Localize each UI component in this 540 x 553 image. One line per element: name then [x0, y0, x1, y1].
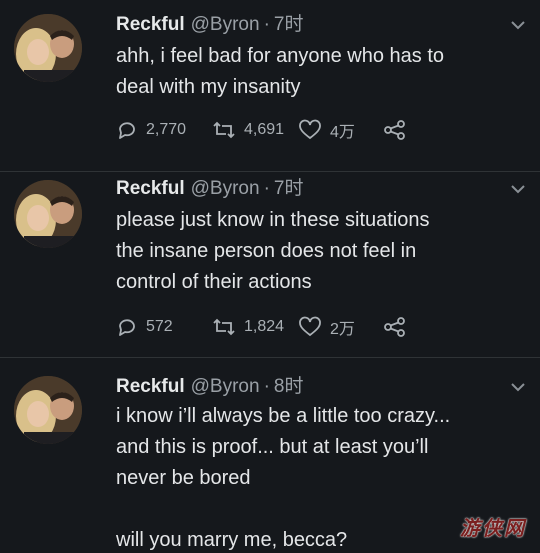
- like-button[interactable]: 4万: [298, 118, 382, 142]
- retweet-icon: [213, 121, 235, 139]
- chevron-down-icon[interactable]: [510, 381, 526, 393]
- share-button[interactable]: [382, 316, 416, 338]
- chevron-down-icon[interactable]: [510, 19, 526, 31]
- watermark-logo: 游侠网: [460, 518, 526, 540]
- reply-button[interactable]: 572: [116, 316, 212, 338]
- user-handle[interactable]: @Byron: [191, 14, 260, 35]
- user-handle[interactable]: @Byron: [191, 376, 260, 397]
- tweet-header: Reckful @Byron · 7时: [116, 12, 303, 38]
- tweet-line: ahh, i feel bad for anyone who has to: [116, 45, 445, 67]
- separator: ·: [263, 178, 270, 199]
- share-button[interactable]: [382, 119, 416, 141]
- like-count: 4万: [330, 124, 355, 141]
- retweet-count: 1,824: [244, 318, 285, 335]
- avatar[interactable]: [14, 376, 82, 444]
- retweet-button[interactable]: 4,691: [212, 119, 298, 141]
- avatar[interactable]: [14, 14, 82, 82]
- tweet-actions: 572 1,824 2万: [116, 315, 416, 339]
- reply-count: 2,770: [146, 121, 187, 138]
- tweet-line: i know i’ll always be a little too crazy…: [116, 405, 451, 427]
- like-icon: [299, 316, 321, 337]
- tweet-line: and this is proof... but at least you’ll: [116, 436, 429, 458]
- tweet-line: please just know in these situations: [116, 209, 430, 231]
- separator: ·: [263, 376, 270, 397]
- share-icon: [384, 120, 405, 140]
- like-count: 2万: [330, 321, 355, 338]
- tweet-actions: 2,770 4,691 4万: [116, 118, 416, 142]
- tweet-line: deal with my insanity: [116, 76, 301, 98]
- timeline-feed: Reckful @Byron · 7时 ahh, i feel bad for any…: [0, 0, 540, 553]
- timestamp[interactable]: 8时: [274, 376, 304, 397]
- timestamp[interactable]: 7时: [274, 14, 304, 35]
- reply-icon: [119, 319, 135, 336]
- tweet[interactable]: Reckful @Byron · 8时 i know i’ll always be a…: [0, 358, 540, 553]
- reply-button[interactable]: 2,770: [116, 119, 212, 141]
- tweet-header: Reckful @Byron · 7时: [116, 176, 303, 202]
- reply-icon: [119, 122, 135, 139]
- like-button[interactable]: 2万: [298, 315, 382, 339]
- retweet-button[interactable]: 1,824: [212, 316, 298, 338]
- tweet-line: never be bored: [116, 467, 251, 489]
- timestamp[interactable]: 7时: [274, 178, 304, 199]
- display-name[interactable]: Reckful: [116, 376, 185, 397]
- user-handle[interactable]: @Byron: [191, 178, 260, 199]
- separator: ·: [263, 14, 270, 35]
- tweet-header: Reckful @Byron · 8时: [116, 374, 303, 400]
- display-name[interactable]: Reckful: [116, 178, 185, 199]
- display-name[interactable]: Reckful: [116, 14, 185, 35]
- tweet-text: please just know in these situations the…: [116, 205, 526, 298]
- reply-count: 572: [146, 318, 173, 335]
- tweet-text: ahh, i feel bad for anyone who has to de…: [116, 41, 526, 103]
- like-icon: [299, 119, 321, 140]
- share-icon: [384, 317, 405, 337]
- tweet[interactable]: Reckful @Byron · 7时 ahh, i feel bad for any…: [0, 0, 540, 172]
- avatar[interactable]: [14, 180, 82, 248]
- retweet-icon: [213, 318, 235, 336]
- chevron-down-icon[interactable]: [510, 183, 526, 195]
- tweet-line: the insane person does not feel in: [116, 240, 417, 262]
- tweet[interactable]: Reckful @Byron · 7时 please just know in the…: [0, 172, 540, 358]
- tweet-line: control of their actions: [116, 271, 312, 293]
- retweet-count: 4,691: [244, 121, 285, 138]
